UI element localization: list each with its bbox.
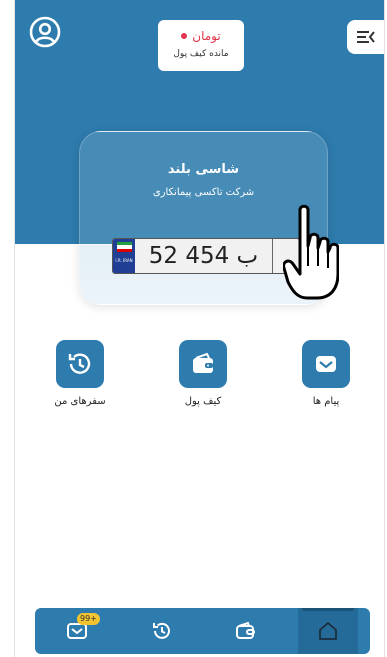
hand-cursor-icon <box>283 204 339 300</box>
nav-home[interactable] <box>298 608 358 654</box>
wallet-balance-label: مانده کیف پول <box>173 49 229 59</box>
mail-icon <box>316 356 336 372</box>
nav-wallet[interactable] <box>215 608 275 654</box>
driver-name: شاسی بلند <box>167 162 240 177</box>
action-wallet-button[interactable] <box>179 340 227 388</box>
wallet-balance-box[interactable]: تومان مانده کیف پول <box>158 20 244 71</box>
history-icon <box>68 353 91 374</box>
user-circle-icon <box>29 16 61 48</box>
messages-badge: 99+ <box>77 613 100 625</box>
app-frame: تومان مانده کیف پول شاسی بلند شرکت تاکسی… <box>14 0 385 657</box>
wallet-amount: تومان <box>158 29 244 43</box>
iran-flag-icon <box>116 242 132 252</box>
wallet-amount-text: تومان <box>192 29 221 43</box>
action-messages-label: پیام ها <box>312 396 340 407</box>
bottom-navigation: 99+ <box>35 608 370 654</box>
action-my-trips[interactable]: سفرهای من <box>35 340 125 407</box>
action-my-trips-button[interactable] <box>56 340 104 388</box>
plate-country: I.R. IRAN <box>115 258 133 263</box>
action-wallet[interactable]: کیف پول <box>158 340 248 407</box>
action-messages-button[interactable] <box>302 340 350 388</box>
nav-messages[interactable]: 99+ <box>47 608 107 654</box>
plate-country-strip: I.R. IRAN <box>113 239 135 273</box>
balance-dot-icon <box>181 33 188 39</box>
menu-button[interactable] <box>347 20 384 54</box>
profile-button[interactable] <box>29 16 61 48</box>
menu-collapse-icon <box>356 31 375 43</box>
nav-history[interactable] <box>132 608 192 654</box>
home-icon <box>319 622 337 640</box>
action-messages[interactable]: پیام ها <box>281 340 371 407</box>
plate-number: 52 ب 454 <box>135 239 273 273</box>
history-icon <box>153 622 170 639</box>
action-wallet-label: کیف پول <box>184 396 222 407</box>
wallet-icon <box>236 621 255 639</box>
company-name: شرکت تاکسی پیمانکاری <box>152 187 255 198</box>
action-my-trips-label: سفرهای من <box>54 396 106 407</box>
wallet-icon <box>193 352 213 373</box>
license-plate[interactable]: I.R. IRAN 52 ب 454 <box>112 238 300 274</box>
